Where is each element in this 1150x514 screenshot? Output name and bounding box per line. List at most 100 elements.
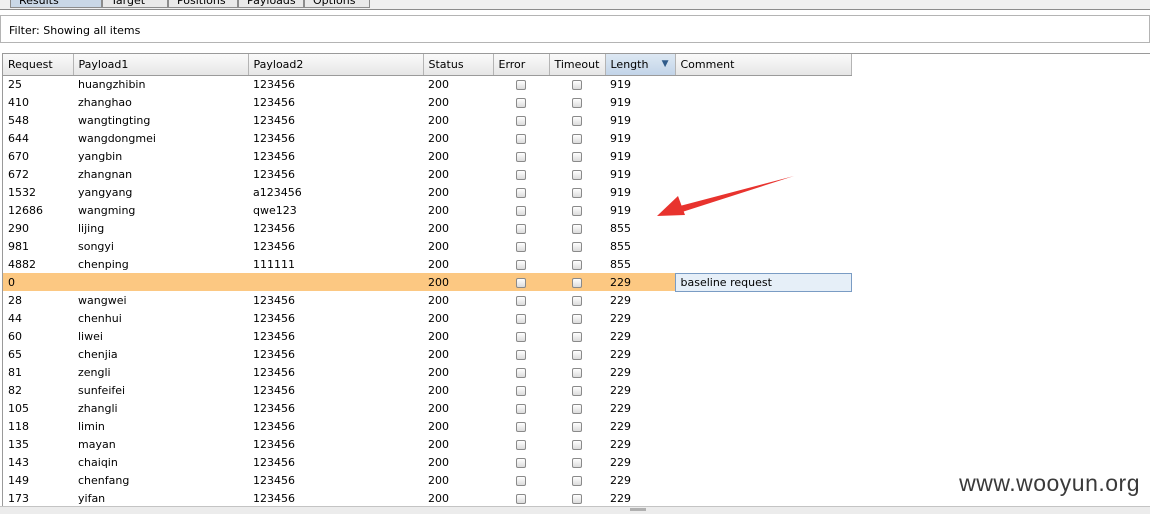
table-row[interactable]: 28 wangwei 123456 200 229 xyxy=(3,291,851,309)
error-checkbox-icon[interactable] xyxy=(516,241,526,252)
error-checkbox-icon[interactable] xyxy=(516,403,526,414)
payload2-cell xyxy=(248,273,423,291)
comment-cell xyxy=(675,363,851,381)
filter-bar[interactable]: Filter: Showing all items xyxy=(0,15,1150,43)
error-checkbox-icon[interactable] xyxy=(516,493,526,504)
table-row[interactable]: 25 huangzhibin 123456 200 919 xyxy=(3,75,851,93)
table-row[interactable]: 410 zhanghao 123456 200 919 xyxy=(3,93,851,111)
column-header-comment[interactable]: Comment xyxy=(675,54,852,76)
table-row[interactable]: 173 yifan 123456 200 229 xyxy=(3,489,851,507)
status-cell: 200 xyxy=(428,473,449,487)
error-checkbox-icon[interactable] xyxy=(516,133,526,144)
error-checkbox-icon[interactable] xyxy=(516,421,526,432)
table-row[interactable]: 0 200 229 baseline request xyxy=(3,272,852,292)
table-row[interactable]: 135 mayan 123456 200 229 xyxy=(3,435,851,453)
error-checkbox-icon[interactable] xyxy=(516,115,526,126)
timeout-checkbox-icon[interactable] xyxy=(572,367,582,378)
column-header-payload1[interactable]: Payload1 xyxy=(73,54,249,76)
payload2-cell: 123456 xyxy=(253,131,295,145)
error-checkbox-icon[interactable] xyxy=(516,205,526,216)
timeout-checkbox-icon[interactable] xyxy=(572,493,582,504)
timeout-checkbox-icon[interactable] xyxy=(572,349,582,360)
error-checkbox-icon[interactable] xyxy=(516,187,526,198)
error-checkbox-icon[interactable] xyxy=(516,367,526,378)
results-table-panel[interactable]: Request Payload1 Payload2 Status Error T… xyxy=(2,53,1150,507)
table-row[interactable]: 672 zhangnan 123456 200 919 xyxy=(3,165,851,183)
table-row[interactable]: 143 chaiqin 123456 200 229 xyxy=(3,453,851,471)
splitter-grip-icon[interactable] xyxy=(630,508,646,511)
tab-results[interactable]: Results xyxy=(10,0,102,8)
table-row[interactable]: 12686 wangming qwe123 200 919 xyxy=(3,201,851,219)
tab-options[interactable]: Options xyxy=(304,0,370,8)
table-row[interactable]: 548 wangtingting 123456 200 919 xyxy=(3,111,851,129)
table-row[interactable]: 118 limin 123456 200 229 xyxy=(3,417,851,435)
timeout-checkbox-icon[interactable] xyxy=(572,457,582,468)
timeout-checkbox-icon[interactable] xyxy=(572,205,582,216)
timeout-checkbox-icon[interactable] xyxy=(572,115,582,126)
table-row[interactable]: 644 wangdongmei 123456 200 919 xyxy=(3,129,851,147)
error-checkbox-icon[interactable] xyxy=(516,259,526,270)
error-checkbox-icon[interactable] xyxy=(516,295,526,306)
timeout-checkbox-icon[interactable] xyxy=(572,421,582,432)
table-row[interactable]: 65 chenjia 123456 200 229 xyxy=(3,345,851,363)
length-cell: 229 xyxy=(610,491,631,505)
timeout-checkbox-icon[interactable] xyxy=(572,475,582,486)
column-header-request[interactable]: Request xyxy=(3,54,74,76)
column-header-error[interactable]: Error xyxy=(493,54,550,76)
column-header-payload2[interactable]: Payload2 xyxy=(248,54,424,76)
table-row[interactable]: 4882 chenping 111111 200 855 xyxy=(3,255,851,273)
table-row[interactable]: 81 zengli 123456 200 229 xyxy=(3,363,851,381)
tab-target[interactable]: Target xyxy=(102,0,168,8)
error-cell xyxy=(493,453,549,471)
payload2-cell: qwe123 xyxy=(253,203,297,217)
tab-positions[interactable]: Positions xyxy=(168,0,238,8)
timeout-checkbox-icon[interactable] xyxy=(572,295,582,306)
timeout-checkbox-icon[interactable] xyxy=(572,169,582,180)
column-header-status[interactable]: Status xyxy=(423,54,494,76)
table-row[interactable]: 60 liwei 123456 200 229 xyxy=(3,327,851,345)
timeout-checkbox-icon[interactable] xyxy=(572,151,582,162)
timeout-checkbox-icon[interactable] xyxy=(572,277,582,288)
timeout-checkbox-icon[interactable] xyxy=(572,241,582,252)
timeout-checkbox-icon[interactable] xyxy=(572,223,582,234)
timeout-checkbox-icon[interactable] xyxy=(572,439,582,450)
table-row[interactable]: 82 sunfeifei 123456 200 229 xyxy=(3,381,851,399)
timeout-checkbox-icon[interactable] xyxy=(572,133,582,144)
timeout-checkbox-icon[interactable] xyxy=(572,385,582,396)
timeout-checkbox-icon[interactable] xyxy=(572,331,582,342)
error-checkbox-icon[interactable] xyxy=(516,439,526,450)
error-checkbox-icon[interactable] xyxy=(516,457,526,468)
error-checkbox-icon[interactable] xyxy=(516,223,526,234)
error-checkbox-icon[interactable] xyxy=(516,475,526,486)
error-checkbox-icon[interactable] xyxy=(516,79,526,90)
table-row[interactable]: 149 chenfang 123456 200 229 xyxy=(3,471,851,489)
timeout-checkbox-icon[interactable] xyxy=(572,403,582,414)
timeout-checkbox-icon[interactable] xyxy=(572,259,582,270)
tab-payloads[interactable]: Payloads xyxy=(238,0,304,8)
error-checkbox-icon[interactable] xyxy=(516,331,526,342)
comment-cell xyxy=(675,471,851,489)
timeout-cell xyxy=(549,453,605,471)
timeout-checkbox-icon[interactable] xyxy=(572,79,582,90)
comment-cell xyxy=(675,381,851,399)
error-checkbox-icon[interactable] xyxy=(516,385,526,396)
comment-cell xyxy=(675,93,851,111)
table-row[interactable]: 105 zhangli 123456 200 229 xyxy=(3,399,851,417)
timeout-checkbox-icon[interactable] xyxy=(572,187,582,198)
status-cell: 200 xyxy=(428,419,449,433)
table-row[interactable]: 44 chenhui 123456 200 229 xyxy=(3,309,851,327)
table-row[interactable]: 670 yangbin 123456 200 919 xyxy=(3,147,851,165)
error-checkbox-icon[interactable] xyxy=(516,97,526,108)
timeout-checkbox-icon[interactable] xyxy=(572,97,582,108)
error-checkbox-icon[interactable] xyxy=(516,349,526,360)
error-checkbox-icon[interactable] xyxy=(516,277,526,288)
column-header-timeout[interactable]: Timeout xyxy=(549,54,606,76)
table-row[interactable]: 981 songyi 123456 200 855 xyxy=(3,237,851,255)
error-checkbox-icon[interactable] xyxy=(516,313,526,324)
table-row[interactable]: 1532 yangyang a123456 200 919 xyxy=(3,183,851,201)
table-row[interactable]: 290 lijing 123456 200 855 xyxy=(3,219,851,237)
timeout-checkbox-icon[interactable] xyxy=(572,313,582,324)
column-header-length[interactable]: Length ▼ xyxy=(605,54,676,76)
error-checkbox-icon[interactable] xyxy=(516,151,526,162)
error-checkbox-icon[interactable] xyxy=(516,169,526,180)
